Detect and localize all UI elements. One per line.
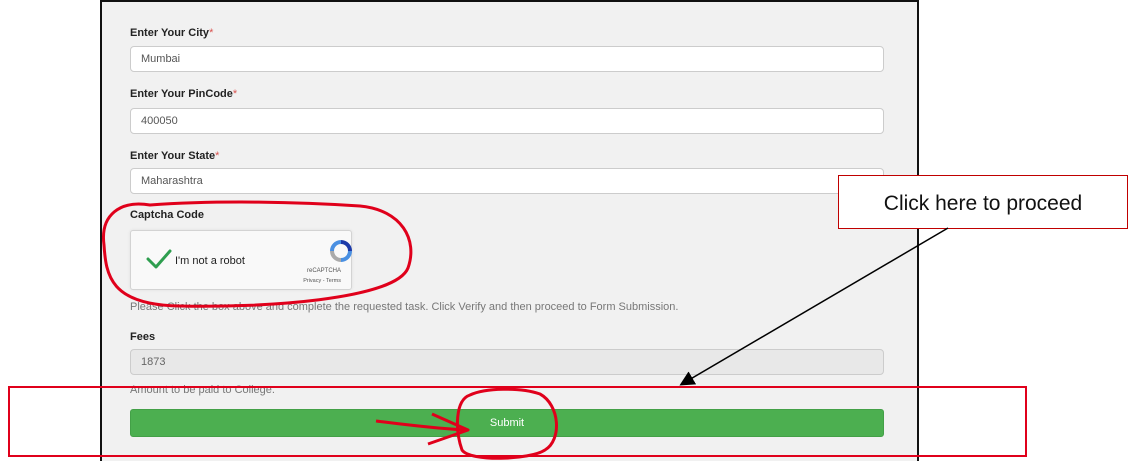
callout-pointer-arrow — [679, 227, 949, 386]
captcha-circle-annotation — [102, 200, 413, 308]
submit-circle-annotation — [456, 387, 558, 460]
annotation-overlay — [102, 200, 949, 460]
